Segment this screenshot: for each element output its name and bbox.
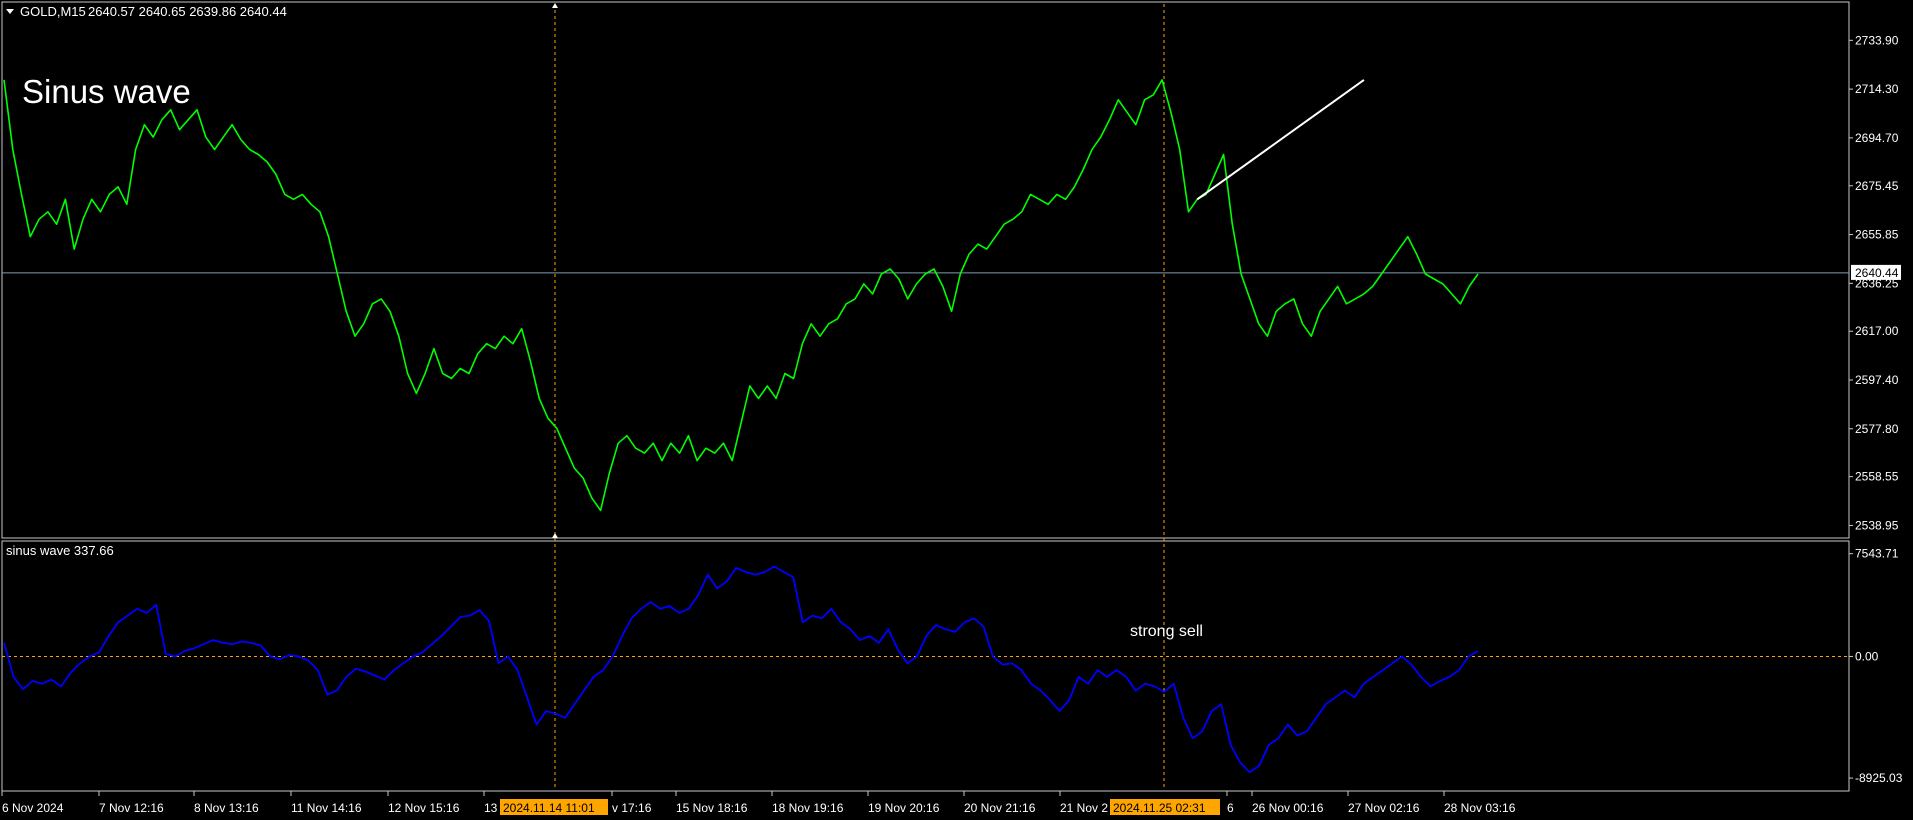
time-axis-label: 12 Nov 15:16 [388, 801, 460, 815]
ohlc-readout: 2640.57 2640.65 2639.86 2640.44 [88, 4, 287, 19]
time-axis-label: 20 Nov 21:16 [964, 801, 1036, 815]
price-axis-label: 2617.00 [1855, 324, 1899, 338]
time-axis-label: 13 [484, 801, 498, 815]
time-axis-label: 7 Nov 12:16 [99, 801, 164, 815]
time-axis-label: 15 Nov 18:16 [676, 801, 748, 815]
indicator-title: sinus wave 337.66 [6, 543, 114, 558]
current-price-tag-text: 2640.44 [1855, 266, 1899, 280]
trading-chart[interactable]: 2733.902714.302694.702675.452655.852636.… [0, 0, 1913, 820]
price-axis-label: 2558.55 [1855, 470, 1899, 484]
price-axis-label: 2655.85 [1855, 228, 1899, 242]
time-axis-label: v 17:16 [612, 801, 652, 815]
time-axis-label: 6 [1227, 801, 1234, 815]
indicator-axis-label: 0.00 [1855, 649, 1879, 663]
time-axis-label: 11 Nov 14:16 [291, 801, 362, 815]
time-axis-label: 26 Nov 00:16 [1252, 801, 1324, 815]
time-axis-label: 18 Nov 19:16 [772, 801, 844, 815]
chart-main-label: Sinus wave [22, 73, 191, 110]
price-axis-label: 2538.95 [1855, 518, 1899, 532]
price-axis-label: 2675.45 [1855, 179, 1899, 193]
price-axis-label: 2597.40 [1855, 373, 1899, 387]
time-axis-label: 19 Nov 20:16 [868, 801, 940, 815]
indicator-axis-label: 7543.71 [1855, 547, 1899, 561]
chart-background [0, 0, 1913, 820]
time-axis-label: 28 Nov 03:16 [1444, 801, 1516, 815]
price-axis-label: 2694.70 [1855, 131, 1899, 145]
price-axis-label: 2733.90 [1855, 33, 1899, 47]
cursor-time-tag-2-text: 2024.11.25 02:31 [1113, 801, 1206, 815]
cursor-time-tag-1-text: 2024.11.14 11:01 [503, 801, 595, 815]
time-axis-label: 6 Nov 2024 [2, 801, 64, 815]
price-axis-label: 2714.30 [1855, 82, 1899, 96]
price-axis-label: 2577.80 [1855, 422, 1899, 436]
time-axis-label: 27 Nov 02:16 [1348, 801, 1420, 815]
time-axis-label: 8 Nov 13:16 [194, 801, 259, 815]
symbol-label: GOLD,M15 [20, 4, 86, 19]
indicator-axis-label: -8925.03 [1855, 771, 1903, 785]
time-axis-label: 21 Nov 2 [1060, 801, 1108, 815]
signal-label: strong sell [1130, 623, 1203, 640]
